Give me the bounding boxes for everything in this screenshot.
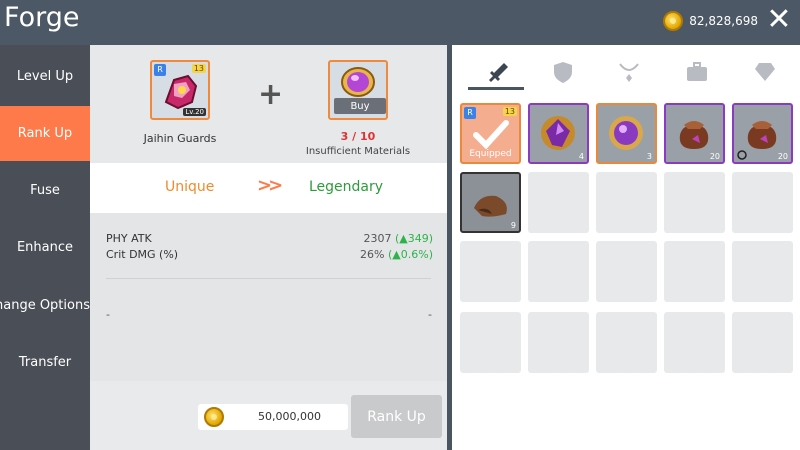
sidebar-item-transfer[interactable]: Transfer	[0, 335, 90, 390]
gold-display: 82,828,698	[663, 9, 758, 33]
sidebar-item-change-options[interactable]: Change Options	[0, 278, 90, 333]
gem-material-icon	[341, 67, 375, 97]
item-quantity: 9	[510, 221, 516, 230]
stat-value: 26% (▲0.6%)	[360, 248, 433, 261]
sidebar-item-label: Change Options	[0, 298, 90, 313]
inventory-item[interactable]: 3	[596, 103, 657, 164]
sidebar-item-label: Transfer	[18, 355, 72, 370]
item-level: Lv.20	[183, 108, 206, 116]
empty-slot[interactable]	[596, 312, 657, 373]
stat-label: Crit DMG (%)	[106, 248, 179, 261]
cost-amount: 50,000,000	[258, 410, 321, 423]
sidebar-item-label: Rank Up	[17, 126, 73, 141]
sidebar-item-label: Level Up	[16, 69, 74, 84]
empty-slot[interactable]	[460, 241, 521, 302]
inventory-item[interactable]: 4	[528, 103, 589, 164]
rank-up-button[interactable]: Rank Up	[351, 395, 442, 438]
empty-slot[interactable]	[528, 241, 589, 302]
equipped-label: Equipped	[469, 149, 512, 159]
close-button[interactable]: ✕	[764, 5, 794, 35]
sidebar-item-rank-up[interactable]: Rank Up	[0, 106, 90, 161]
inventory-item[interactable]: 20	[664, 103, 725, 164]
empty-slot[interactable]	[664, 241, 725, 302]
item-quantity: 4	[578, 152, 584, 161]
shield-icon[interactable]	[548, 57, 578, 87]
inventory-item[interactable]: 9	[460, 172, 521, 233]
top-bar: Forge 82,828,698 ✕	[0, 0, 800, 45]
stat-delta: (▲0.6%)	[388, 248, 433, 261]
item-quantity: 20	[709, 152, 720, 161]
material-status: Insufficient Materials	[305, 146, 411, 157]
gold-coin-icon	[204, 407, 224, 427]
gold-amount: 82,828,698	[689, 14, 758, 28]
empty-slot[interactable]	[664, 172, 725, 233]
empty-slot[interactable]	[732, 172, 793, 233]
inventory-panel: R 13 Equipped 4 3 20 20 9	[452, 45, 800, 450]
stat-label: PHY ATK	[106, 232, 152, 245]
sidebar-item-fuse[interactable]: Fuse	[0, 163, 90, 218]
sword-icon[interactable]	[481, 57, 511, 87]
stat-delta: (▲349)	[394, 232, 433, 245]
empty-slot[interactable]	[732, 241, 793, 302]
empty-slot[interactable]	[460, 312, 521, 373]
material-slot[interactable]: Buy	[328, 60, 388, 120]
equipment-slot[interactable]: R 13 Lv.20	[150, 60, 210, 120]
sidebar-item-label: Fuse	[30, 183, 60, 198]
double-arrow-icon: >>	[257, 175, 283, 196]
stat-number: 26%	[360, 248, 385, 261]
equipment-area: R 13 Lv.20 + Buy Jaihin Guards 3 / 10 In…	[90, 45, 447, 163]
item-quantity: 3	[646, 152, 652, 161]
item-quantity: 20	[777, 152, 788, 161]
empty-slot[interactable]	[528, 312, 589, 373]
equipment-name: Jaihin Guards	[143, 132, 217, 145]
option-right: -	[428, 308, 432, 321]
gold-coin-icon	[663, 11, 684, 31]
empty-slot[interactable]	[596, 241, 657, 302]
sidebar-item-label: Enhance	[16, 240, 74, 255]
sidebar-item-level-up[interactable]: Level Up	[0, 49, 90, 104]
plus-icon: +	[258, 77, 284, 112]
rank-from: Unique	[165, 179, 215, 195]
empty-slot[interactable]	[732, 312, 793, 373]
empty-slot[interactable]	[664, 312, 725, 373]
page-title: Forge	[4, 2, 80, 33]
divider	[106, 278, 431, 279]
stat-value: 2307 (▲349)	[363, 232, 433, 245]
rank-transition: Unique >> Legendary	[90, 163, 447, 213]
briefcase-icon[interactable]	[682, 57, 712, 87]
inventory-item-equipped[interactable]: R 13 Equipped	[460, 103, 521, 164]
option-left: -	[106, 308, 110, 321]
stat-number: 2307	[363, 232, 392, 245]
cost-display: 50,000,000	[198, 404, 348, 430]
diamond-icon[interactable]	[750, 57, 780, 87]
tab-active-indicator	[468, 87, 524, 90]
sidebar-item-enhance[interactable]: Enhance	[0, 220, 90, 275]
empty-slot[interactable]	[528, 172, 589, 233]
buy-button[interactable]: Buy	[334, 98, 386, 114]
inventory-item[interactable]: 20	[732, 103, 793, 164]
sidebar: Level Up Rank Up Fuse Enhance Change Opt…	[0, 45, 90, 450]
stats-panel: PHY ATK 2307 (▲349) Crit DMG (%) 26% (▲0…	[90, 213, 447, 381]
material-count: 3 / 10	[340, 130, 376, 143]
forge-panel: R 13 Lv.20 + Buy Jaihin Guards 3 / 10 In…	[90, 45, 447, 450]
empty-slot[interactable]	[596, 172, 657, 233]
necklace-icon[interactable]	[614, 57, 644, 87]
rank-to: Legendary	[309, 179, 384, 195]
